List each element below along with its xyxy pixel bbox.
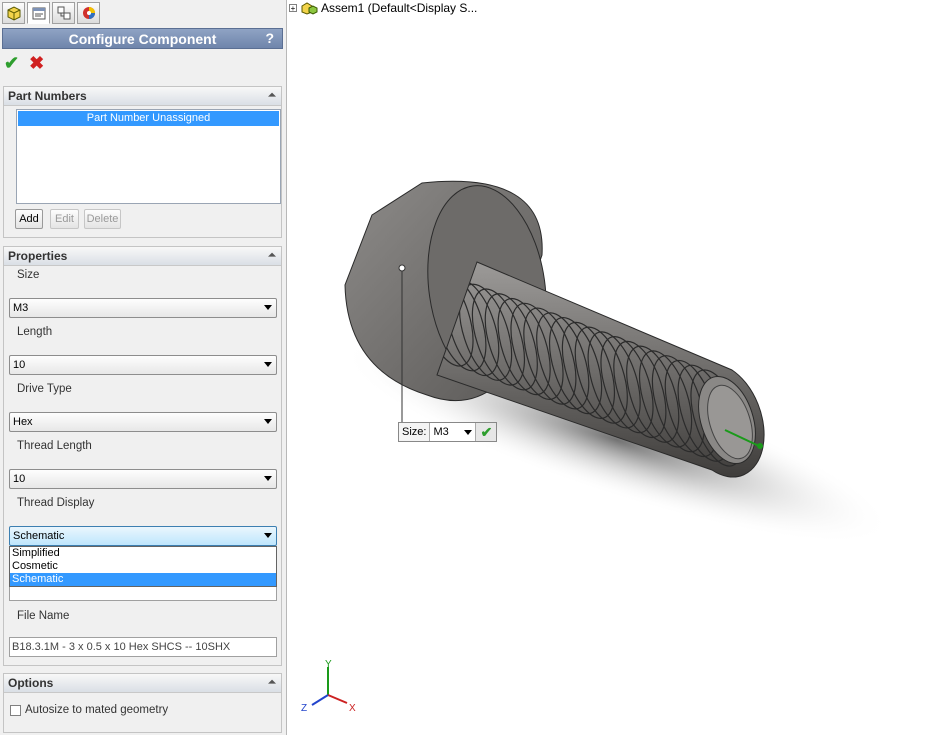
delete-button[interactable]: Delete <box>84 209 121 229</box>
properties-group: Properties ⏶ Size M3 Length 10 Drive Typ… <box>3 246 282 666</box>
property-manager-pane: Configure Component ? ✔ ✖ Part Numbers ⏶… <box>0 0 287 735</box>
thread-length-combo-value: 10 <box>13 473 26 485</box>
chevron-down-icon <box>264 476 272 481</box>
dropdown-option-cosmetic[interactable]: Cosmetic <box>10 560 276 573</box>
part-numbers-list[interactable]: Part Number Unassigned <box>16 109 281 204</box>
dropdown-option-schematic[interactable]: Schematic <box>10 573 276 586</box>
property-manager-title: Configure Component ? <box>2 28 283 49</box>
options-title: Options <box>8 676 54 690</box>
thread-length-label: Thread Length <box>17 440 92 452</box>
options-group: Options ⏶ Autosize to mated geometry <box>3 673 282 733</box>
part-numbers-header[interactable]: Part Numbers ⏶ <box>4 87 281 106</box>
triad-y-label: Y <box>325 659 332 670</box>
help-button[interactable]: ? <box>265 30 274 46</box>
collapse-icon[interactable]: ⏶ <box>268 87 276 105</box>
ok-cancel-bar: ✔ ✖ <box>4 54 44 72</box>
callout-anchor <box>398 264 406 272</box>
chevron-down-icon <box>264 305 272 310</box>
display-manager-icon <box>82 7 95 19</box>
tab-display-manager[interactable] <box>77 2 100 24</box>
thread-display-dropdown[interactable]: Simplified Cosmetic Schematic <box>9 546 277 587</box>
properties-header[interactable]: Properties ⏶ <box>4 247 281 266</box>
list-item[interactable]: Part Number Unassigned <box>18 111 279 126</box>
tab-configuration-manager[interactable] <box>52 2 75 24</box>
collapse-icon[interactable]: ⏶ <box>268 247 276 265</box>
axis-arrow-tip <box>757 443 763 449</box>
cancel-button[interactable]: ✖ <box>29 54 44 72</box>
manager-tabs <box>2 2 100 24</box>
thread-display-combo[interactable]: Schematic <box>9 526 277 546</box>
edit-button[interactable]: Edit <box>50 209 79 229</box>
configuration-manager-icon <box>57 6 70 20</box>
screw-model[interactable]: Y X Z <box>287 0 949 735</box>
thread-display-label: Thread Display <box>17 497 95 509</box>
drive-type-label: Drive Type <box>17 383 72 395</box>
size-combo-value: M3 <box>13 302 29 314</box>
drive-type-combo-value: Hex <box>13 416 33 428</box>
properties-title: Properties <box>8 249 68 263</box>
add-button[interactable]: Add <box>15 209 43 229</box>
options-header[interactable]: Options ⏶ <box>4 674 281 693</box>
drive-type-combo[interactable]: Hex <box>9 412 277 432</box>
triad-x-label: X <box>349 703 356 714</box>
dropdown-option-simplified[interactable]: Simplified <box>10 547 276 560</box>
chevron-down-icon <box>264 533 272 538</box>
collapse-icon[interactable]: ⏶ <box>268 674 276 692</box>
length-combo-value: 10 <box>13 359 26 371</box>
autosize-label[interactable]: Autosize to mated geometry <box>25 704 168 716</box>
size-callout[interactable]: Size: M3 ✔ <box>398 422 498 442</box>
chevron-down-icon <box>464 430 473 435</box>
callout-ok-button[interactable]: ✔ <box>475 423 497 441</box>
coordinate-triad: Y X Z <box>301 659 356 714</box>
tab-property-manager[interactable] <box>27 2 50 24</box>
chevron-down-icon <box>264 419 272 424</box>
triad-z-label: Z <box>301 703 307 714</box>
part-numbers-group: Part Numbers ⏶ Part Number Unassigned Ad… <box>3 86 282 238</box>
size-label: Size <box>17 269 40 281</box>
file-name-label: File Name <box>17 610 70 622</box>
thread-length-combo[interactable]: 10 <box>9 469 277 489</box>
file-name-field[interactable]: B18.3.1M - 3 x 0.5 x 10 Hex SHCS -- 10SH… <box>9 637 277 657</box>
check-icon: ✔ <box>480 423 493 440</box>
property-manager-icon <box>32 7 45 20</box>
callout-label: Size: <box>399 423 431 441</box>
page-title: Configure Component <box>68 30 217 47</box>
size-combo[interactable]: M3 <box>9 298 277 318</box>
graphics-area[interactable]: + Assem1 (Default<Display S... Y X Z Siz… <box>287 0 949 735</box>
callout-size-value: M3 <box>433 426 449 438</box>
chevron-down-icon <box>264 362 272 367</box>
part-numbers-title: Part Numbers <box>8 89 87 103</box>
ok-button[interactable]: ✔ <box>4 54 19 72</box>
autosize-checkbox[interactable] <box>10 705 21 716</box>
length-combo[interactable]: 10 <box>9 355 277 375</box>
feature-tree-icon <box>7 6 20 21</box>
tab-feature-manager[interactable] <box>2 2 25 24</box>
thread-display-combo-value: Schematic <box>13 530 65 542</box>
callout-size-combo[interactable]: M3 <box>430 423 476 441</box>
length-label: Length <box>17 326 53 338</box>
